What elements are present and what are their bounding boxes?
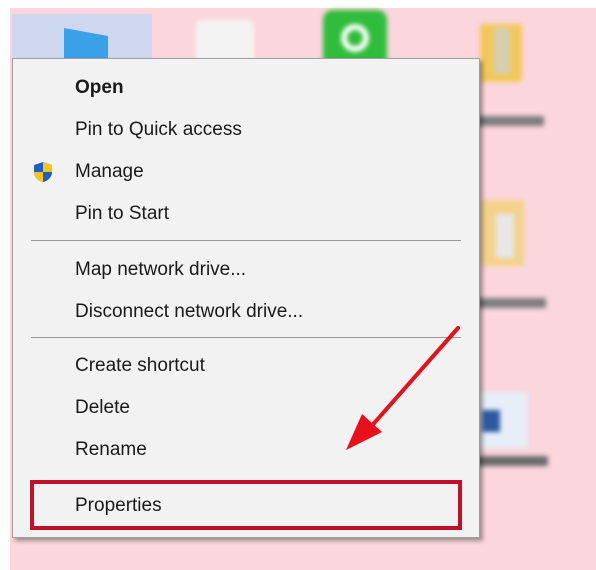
red-arrow-icon <box>346 326 460 450</box>
